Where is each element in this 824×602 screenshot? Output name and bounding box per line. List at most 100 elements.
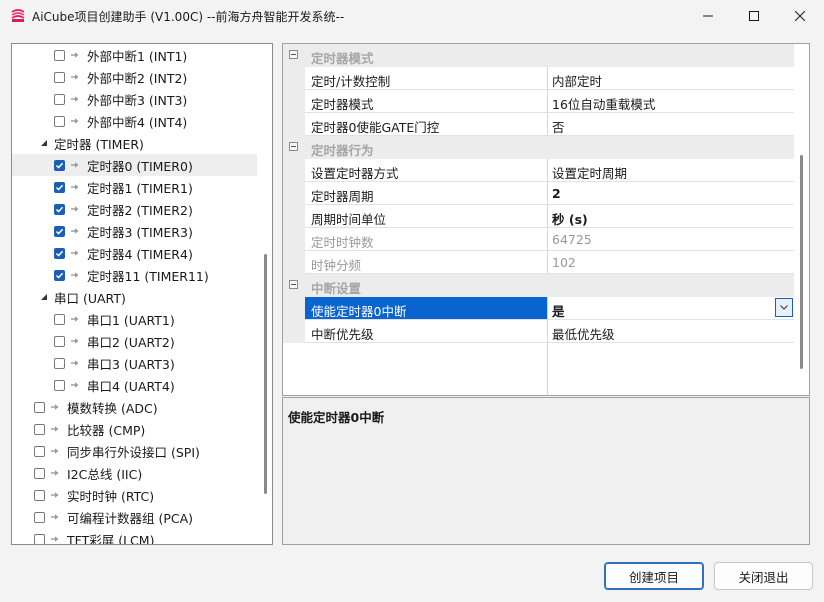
tree-item[interactable]: 外部中断4 (INT4) [12, 110, 257, 132]
tree-item[interactable]: 可编程计数器组 (PCA) [12, 506, 257, 528]
tree-item-label: 外部中断1 (INT1) [87, 48, 188, 64]
tree-item[interactable]: 定时器1 (TIMER1) [12, 176, 257, 198]
tree-item[interactable]: 同步串行外设接口 (SPI) [12, 440, 257, 462]
tree-item[interactable]: 外部中断2 (INT2) [12, 66, 257, 88]
row-gutter [283, 320, 305, 343]
title-bar: AiCube项目创建助手 (V1.00C) --前海方舟智能开发系统-- [0, 0, 824, 32]
checkbox-checked[interactable] [54, 225, 65, 237]
property-value-cell[interactable]: 秒 (s) [548, 205, 794, 228]
checkbox-checked[interactable] [54, 159, 65, 171]
close-exit-button[interactable]: 关闭退出 [714, 562, 813, 590]
collapse-toggle-icon[interactable] [289, 142, 298, 151]
checkbox[interactable] [34, 511, 45, 523]
tree-item[interactable]: 外部中断3 (INT3) [12, 88, 257, 110]
checkbox[interactable] [54, 93, 65, 105]
property-row[interactable]: 使能定时器0中断 是 [283, 297, 794, 320]
property-row[interactable]: 设置定时器方式 设置定时周期 [283, 159, 794, 182]
property-value-cell[interactable]: 设置定时周期 [548, 159, 794, 182]
close-button[interactable] [777, 0, 823, 32]
property-row[interactable]: 定时时钟数 64725 [283, 228, 794, 251]
checkbox[interactable] [54, 357, 65, 369]
property-value-cell[interactable]: 2 [548, 182, 794, 205]
property-value-cell[interactable]: 否 [548, 113, 794, 136]
tree-item-label: 外部中断2 (INT2) [87, 70, 188, 86]
tree-item[interactable]: 定时器2 (TIMER2) [12, 198, 257, 220]
property-row[interactable]: 中断优先级 最低优先级 [283, 320, 794, 343]
property-value: 秒 (s) [552, 212, 588, 227]
property-grid-scrollbar[interactable] [800, 155, 803, 369]
property-name-cell[interactable]: 中断优先级 [305, 320, 548, 343]
checkbox[interactable] [54, 313, 65, 325]
property-name-cell[interactable]: 定时器周期 [305, 182, 548, 205]
tree-item[interactable]: 串口2 (UART2) [12, 330, 257, 352]
collapse-toggle-icon[interactable] [289, 280, 298, 289]
checkbox[interactable] [34, 467, 45, 479]
property-value: 16位自动重载模式 [552, 97, 656, 112]
property-row[interactable]: 定时器模式 16位自动重载模式 [283, 90, 794, 113]
property-name-cell[interactable]: 设置定时器方式 [305, 159, 548, 182]
property-row[interactable]: 定时器0使能GATE门控 否 [283, 113, 794, 136]
category-row[interactable]: 定时器模式 [283, 44, 794, 67]
property-value-cell[interactable]: 16位自动重载模式 [548, 90, 794, 113]
tree-item[interactable]: 实时时钟 (RTC) [12, 484, 257, 506]
checkbox[interactable] [34, 445, 45, 457]
tree-item[interactable]: I2C总线 (IIC) [12, 462, 257, 484]
property-row[interactable]: 周期时间单位 秒 (s) [283, 205, 794, 228]
tree-item[interactable]: 串口3 (UART3) [12, 352, 257, 374]
category-row[interactable]: 中断设置 [283, 274, 794, 297]
property-name-cell[interactable]: 定时器模式 [305, 90, 548, 113]
tree-item[interactable]: 比较器 (CMP) [12, 418, 257, 440]
tree-item[interactable]: 模数转换 (ADC) [12, 396, 257, 418]
checkbox-checked[interactable] [54, 203, 65, 215]
checkbox[interactable] [54, 71, 65, 83]
checkbox[interactable] [54, 49, 65, 61]
checkbox[interactable] [54, 115, 65, 127]
expand-triangle-icon[interactable] [38, 286, 50, 308]
property-name-cell[interactable]: 使能定时器0中断 [305, 297, 548, 320]
property-grid[interactable]: 定时器模式 定时/计数控制 内部定时 定时器模式 16位自动重载模式 定时器0使能GATE… [282, 43, 810, 396]
tree-item[interactable]: 定时器11 (TIMER11) [12, 264, 257, 286]
property-name-cell[interactable]: 定时器0使能GATE门控 [305, 113, 548, 136]
tree-item[interactable]: 定时器0 (TIMER0) [12, 154, 257, 176]
tree-group[interactable]: 定时器 (TIMER) [12, 132, 257, 154]
tree-row-content: I2C总线 (IIC) [34, 462, 142, 484]
property-name-cell[interactable]: 定时时钟数 [305, 228, 548, 251]
minimize-button[interactable] [685, 0, 731, 32]
checkbox[interactable] [34, 489, 45, 501]
maximize-button[interactable] [731, 0, 777, 32]
property-value-dropdown[interactable]: 是 [548, 297, 794, 320]
arrow-right-icon [70, 204, 80, 214]
property-name-cell[interactable]: 定时/计数控制 [305, 67, 548, 90]
tree-item[interactable]: 串口4 (UART4) [12, 374, 257, 396]
property-value-cell[interactable]: 内部定时 [548, 67, 794, 90]
checkbox-checked[interactable] [54, 181, 65, 193]
tree-item[interactable]: TFT彩屏 (LCM) [12, 528, 257, 544]
collapse-toggle-icon[interactable] [289, 50, 298, 59]
create-project-button[interactable]: 创建项目 [604, 562, 704, 590]
dropdown-button[interactable] [775, 298, 793, 317]
checkbox[interactable] [54, 335, 65, 347]
tree-row-content: 定时器3 (TIMER3) [54, 220, 193, 242]
tree-item[interactable]: 外部中断1 (INT1) [12, 44, 257, 66]
tree-item[interactable]: 定时器4 (TIMER4) [12, 242, 257, 264]
property-name-cell[interactable]: 周期时间单位 [305, 205, 548, 228]
checkbox-checked[interactable] [54, 269, 65, 281]
property-value-cell[interactable]: 最低优先级 [548, 320, 794, 343]
checkbox[interactable] [34, 401, 45, 413]
property-row[interactable]: 时钟分频 102 [283, 251, 794, 274]
tree-scrollbar[interactable] [264, 254, 267, 494]
checkbox[interactable] [34, 423, 45, 435]
expand-triangle-icon[interactable] [38, 132, 50, 154]
tree-row-content: 同步串行外设接口 (SPI) [34, 440, 200, 462]
checkbox[interactable] [34, 533, 45, 544]
peripheral-tree[interactable]: 外部中断1 (INT1) 外部中断2 (INT2) 外部中断3 (INT3) 外部中断… [11, 43, 273, 545]
property-row[interactable]: 定时/计数控制 内部定时 [283, 67, 794, 90]
checkbox[interactable] [54, 379, 65, 391]
property-name-cell[interactable]: 时钟分频 [305, 251, 548, 274]
tree-group[interactable]: 串口 (UART) [12, 286, 257, 308]
tree-item[interactable]: 串口1 (UART1) [12, 308, 257, 330]
property-row[interactable]: 定时器周期 2 [283, 182, 794, 205]
tree-item[interactable]: 定时器3 (TIMER3) [12, 220, 257, 242]
category-row[interactable]: 定时器行为 [283, 136, 794, 159]
checkbox-checked[interactable] [54, 247, 65, 259]
